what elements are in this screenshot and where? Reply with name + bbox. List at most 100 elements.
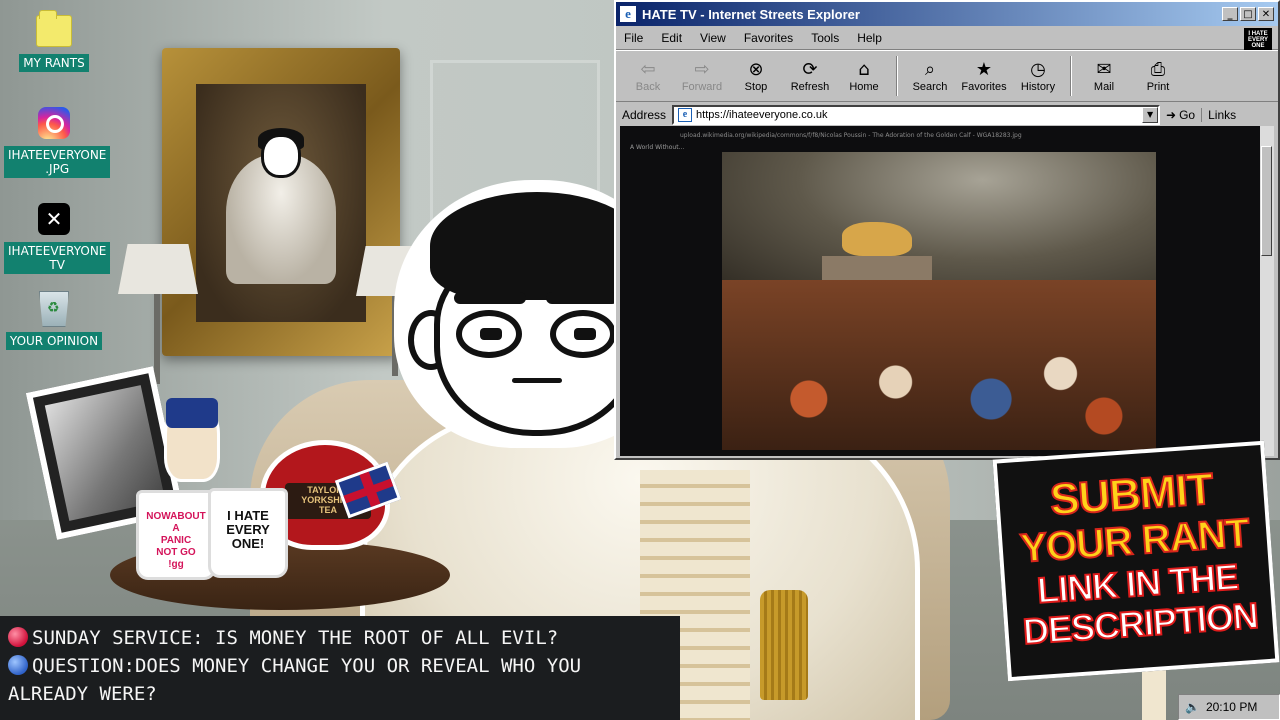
favorites-icon: ★ bbox=[975, 59, 993, 80]
desktop-icon-ihateeveryone-tv[interactable]: ✕ IHATEEVERYONE TV bbox=[4, 202, 111, 274]
close-button[interactable]: ✕ bbox=[1258, 7, 1274, 21]
desktop-icon-your-opinion[interactable]: YOUR OPINION bbox=[4, 291, 104, 350]
go-button[interactable]: ➜ Go bbox=[1166, 108, 1195, 122]
history-icon: ◷ bbox=[1030, 59, 1046, 80]
mug-left-text: NOWABOUT A PANIC NOT GO !gg bbox=[146, 511, 206, 570]
browser-title: HATE TV - Internet Streets Explorer bbox=[642, 6, 860, 22]
favorites-button[interactable]: ★ Favorites bbox=[958, 59, 1010, 93]
uncle-sam-hat bbox=[166, 398, 218, 428]
inner-tab-title: A World Without... bbox=[630, 144, 685, 151]
menu-edit[interactable]: Edit bbox=[661, 31, 682, 45]
mouth bbox=[512, 378, 562, 383]
maximize-button[interactable]: □ bbox=[1240, 7, 1256, 21]
gold-tassel bbox=[760, 590, 808, 700]
folder-icon bbox=[36, 10, 72, 47]
menu-favorites[interactable]: Favorites bbox=[744, 31, 793, 45]
back-label: Back bbox=[635, 81, 661, 93]
ie-logo-icon: e bbox=[620, 6, 636, 22]
mail-label: Mail bbox=[1093, 81, 1115, 93]
address-bar: Address e https://ihateeveryone.co.uk ▼ … bbox=[616, 102, 1278, 128]
desktop-icon-ihateeveryone-jpg[interactable]: IHATEEVERYONE .JPG bbox=[4, 106, 111, 178]
menu-view[interactable]: View bbox=[700, 31, 726, 45]
portrait-cartoon-head bbox=[261, 134, 301, 178]
home-icon: ⌂ bbox=[858, 59, 870, 80]
submit-rant-sign: SUBMIT YOUR RANT LINK IN THE DESCRIPTION bbox=[992, 440, 1280, 682]
stop-label: Stop bbox=[744, 81, 768, 93]
address-value: https://ihateeveryone.co.uk bbox=[696, 109, 828, 121]
system-tray: 🔈 20:10 PM bbox=[1178, 694, 1280, 720]
golden-calf-painting bbox=[722, 152, 1156, 450]
go-arrow-icon: ➜ bbox=[1166, 108, 1177, 122]
back-arrow-icon: ⇦ bbox=[640, 59, 656, 80]
speaker-icon[interactable]: 🔈 bbox=[1185, 700, 1200, 714]
browser-window: e HATE TV - Internet Streets Explorer _ … bbox=[614, 0, 1280, 460]
left-eyebrow bbox=[454, 292, 526, 304]
address-input[interactable]: e https://ihateeveryone.co.uk ▼ bbox=[672, 105, 1161, 125]
menu-tools[interactable]: Tools bbox=[811, 31, 839, 45]
back-button[interactable]: ⇦ Back bbox=[622, 59, 674, 93]
painting-crowd bbox=[722, 280, 1156, 450]
painting-sky bbox=[722, 152, 1156, 292]
refresh-icon: ⟳ bbox=[802, 59, 818, 80]
browser-viewport: upload.wikimedia.org/wikipedia/commons/f… bbox=[620, 126, 1260, 456]
mug-right-text: I HATE EVERY ONE! bbox=[226, 508, 270, 551]
toolbar-separator bbox=[1070, 56, 1072, 96]
mug-left: NOWABOUT A PANIC NOT GO !gg bbox=[136, 490, 216, 580]
clock[interactable]: 20:10 PM bbox=[1206, 700, 1257, 714]
minimize-button[interactable]: _ bbox=[1222, 7, 1238, 21]
stop-icon: ⊗ bbox=[748, 59, 764, 80]
menu-help[interactable]: Help bbox=[857, 31, 882, 45]
print-button[interactable]: ⎙ Print bbox=[1132, 59, 1184, 93]
left-eye bbox=[456, 310, 522, 358]
lamp-pole-left bbox=[154, 294, 160, 384]
recycle-bin-icon bbox=[39, 291, 69, 327]
search-icon: ⌕ bbox=[924, 59, 936, 80]
inner-url-text: upload.wikimedia.org/wikipedia/commons/f… bbox=[680, 132, 1022, 139]
refresh-button[interactable]: ⟳ Refresh bbox=[784, 59, 836, 93]
desktop-icon-label: MY RANTS bbox=[19, 54, 89, 72]
ticker-line-1: SUNDAY SERVICE: IS MONEY THE ROOT OF ALL… bbox=[8, 624, 672, 652]
go-label: Go bbox=[1179, 108, 1196, 122]
browser-title-bar[interactable]: e HATE TV - Internet Streets Explorer _ … bbox=[616, 2, 1278, 26]
home-button[interactable]: ⌂ Home bbox=[838, 59, 890, 93]
instagram-icon bbox=[38, 107, 70, 139]
refresh-label: Refresh bbox=[790, 81, 830, 93]
portrait-painting bbox=[196, 84, 366, 322]
page-icon: e bbox=[678, 108, 693, 122]
forward-button[interactable]: ⇨ Forward bbox=[676, 59, 728, 93]
mug-right: I HATE EVERY ONE! bbox=[208, 488, 288, 578]
history-button[interactable]: ◷ History bbox=[1012, 59, 1064, 93]
scrollbar-thumb[interactable] bbox=[1261, 146, 1272, 256]
x-icon: ✕ bbox=[38, 203, 70, 235]
mail-icon: ✉ bbox=[1096, 59, 1112, 80]
forward-arrow-icon: ⇨ bbox=[694, 59, 710, 80]
painting-golden-calf bbox=[842, 222, 912, 256]
menu-file[interactable]: File bbox=[624, 31, 643, 45]
print-label: Print bbox=[1146, 81, 1170, 93]
address-label: Address bbox=[622, 108, 667, 122]
stop-button[interactable]: ⊗ Stop bbox=[730, 59, 782, 93]
search-button[interactable]: ⌕ Search bbox=[904, 59, 956, 93]
blue-dot-icon bbox=[8, 655, 28, 675]
favorites-label: Favorites bbox=[961, 81, 1007, 93]
right-eye bbox=[550, 310, 616, 358]
red-dot-icon bbox=[8, 627, 28, 647]
right-eyebrow bbox=[546, 292, 618, 304]
history-label: History bbox=[1020, 81, 1056, 93]
browser-toolbar: ⇦ Back ⇨ Forward ⊗ Stop ⟳ Refresh ⌂ Home ⌕ Sea… bbox=[616, 50, 1278, 102]
ticker-line-1-text: SUNDAY SERVICE: IS MONEY THE ROOT OF ALL… bbox=[32, 627, 559, 649]
address-dropdown-icon[interactable]: ▼ bbox=[1142, 107, 1159, 123]
desktop-icon-label: YOUR OPINION bbox=[5, 332, 103, 350]
search-label: Search bbox=[912, 81, 948, 93]
portrait-frame bbox=[162, 48, 400, 356]
left-pupil bbox=[480, 328, 502, 340]
caption-ticker: SUNDAY SERVICE: IS MONEY THE ROOT OF ALL… bbox=[0, 616, 680, 720]
vertical-scrollbar[interactable] bbox=[1260, 126, 1274, 456]
hair bbox=[430, 192, 644, 300]
forward-label: Forward bbox=[681, 81, 723, 93]
desktop-icon-label: IHATEEVERYONE .JPG bbox=[4, 146, 111, 178]
mail-button[interactable]: ✉ Mail bbox=[1078, 59, 1130, 93]
desktop-icon-my-rants[interactable]: MY RANTS bbox=[4, 10, 104, 72]
toolbar-separator bbox=[896, 56, 898, 96]
links-button[interactable]: Links bbox=[1201, 108, 1236, 122]
